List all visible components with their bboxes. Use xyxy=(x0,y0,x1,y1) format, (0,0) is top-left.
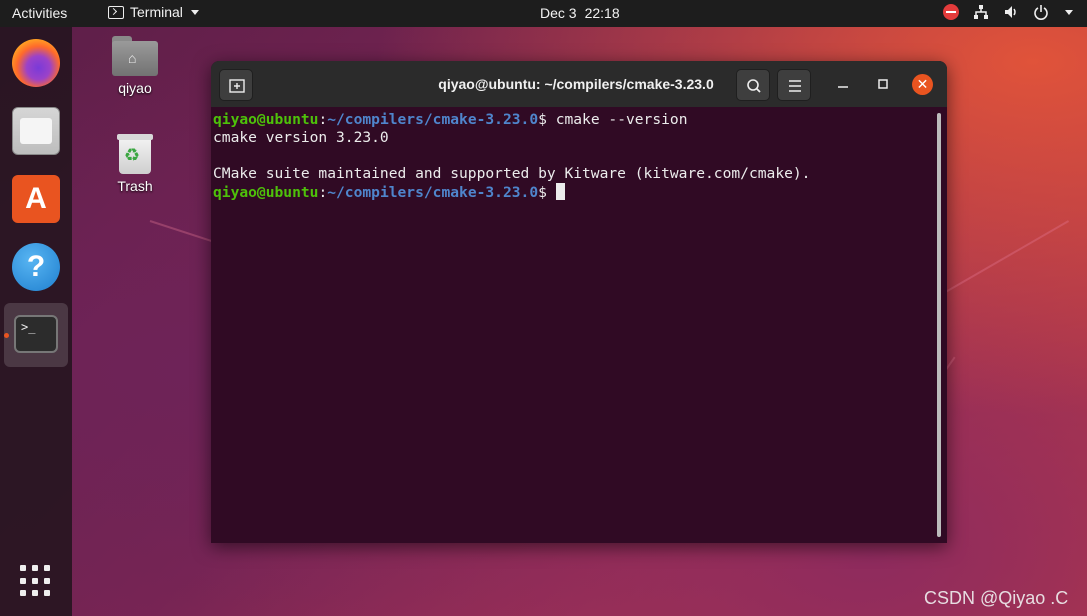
terminal-line: qiyao@ubuntu:~/compilers/cmake-3.23.0$ xyxy=(213,183,947,202)
terminal-line: cmake version 3.23.0 xyxy=(213,129,389,146)
system-tray[interactable] xyxy=(943,4,1073,20)
menu-button[interactable] xyxy=(777,69,811,101)
new-tab-button[interactable] xyxy=(219,69,253,101)
prompt-path: ~/compilers/cmake-3.23.0 xyxy=(327,184,539,201)
network-icon[interactable] xyxy=(973,4,989,20)
show-applications-icon[interactable] xyxy=(20,565,52,597)
window-title: qiyao@ubuntu: ~/compilers/cmake-3.23.0 xyxy=(438,76,714,92)
chevron-down-icon xyxy=(190,9,199,15)
home-folder-label: qiyao xyxy=(118,80,152,96)
desktop-home-folder[interactable]: ⌂ qiyao xyxy=(105,36,165,96)
software-store-icon[interactable]: A xyxy=(12,175,60,223)
help-icon[interactable]: ? xyxy=(12,243,60,291)
home-folder-icon: ⌂ xyxy=(112,36,158,76)
dock: A ? >_ xyxy=(0,27,72,616)
watermark-text: CSDN @Qiyao .C xyxy=(924,588,1069,608)
files-icon[interactable] xyxy=(12,107,60,155)
maximize-button[interactable] xyxy=(875,76,891,92)
trash-label: Trash xyxy=(117,178,153,194)
activities-button[interactable]: Activities xyxy=(12,5,67,21)
clock-date: Dec 3 xyxy=(540,5,577,21)
hamburger-icon xyxy=(789,80,801,92)
top-bar: Activities Terminal Dec 3 22:18 xyxy=(0,0,1087,27)
running-indicator xyxy=(4,333,9,338)
terminal-dock-icon[interactable]: >_ xyxy=(14,315,58,353)
prompt-user: qiyao@ubuntu xyxy=(213,111,319,128)
text-cursor xyxy=(555,183,565,200)
search-button[interactable] xyxy=(736,69,770,101)
trash-icon: ♻ xyxy=(117,134,153,174)
do-not-disturb-icon[interactable] xyxy=(943,4,959,20)
terminal-line: qiyao@ubuntu:~/compilers/cmake-3.23.0$ c… xyxy=(213,111,688,128)
terminal-icon xyxy=(108,5,124,19)
new-tab-icon xyxy=(229,79,245,93)
prompt-command: cmake --version xyxy=(555,111,688,128)
terminal-line: CMake suite maintained and supported by … xyxy=(213,165,811,182)
wallpaper-stripe xyxy=(929,220,1070,302)
clock-button[interactable]: Dec 3 22:18 xyxy=(540,5,620,21)
close-icon: ✕ xyxy=(916,76,929,92)
prompt-user: qiyao@ubuntu xyxy=(213,184,319,201)
app-menu-button[interactable]: Terminal xyxy=(108,4,199,20)
desktop-trash[interactable]: ♻ Trash xyxy=(105,134,165,194)
power-icon[interactable] xyxy=(1033,4,1049,20)
firefox-icon[interactable] xyxy=(12,39,60,87)
scrollbar[interactable] xyxy=(937,113,941,537)
minimize-button[interactable] xyxy=(835,76,851,92)
prompt-path: ~/compilers/cmake-3.23.0 xyxy=(327,111,539,128)
close-button[interactable]: ✕ xyxy=(912,74,933,95)
search-icon xyxy=(747,79,761,93)
chevron-down-icon[interactable] xyxy=(1065,9,1073,15)
terminal-output[interactable]: qiyao@ubuntu:~/compilers/cmake-3.23.0$ c… xyxy=(211,107,947,543)
volume-icon[interactable] xyxy=(1003,4,1019,20)
terminal-window[interactable]: qiyao@ubuntu: ~/compilers/cmake-3.23.0 ✕… xyxy=(211,61,947,543)
terminal-glyph: >_ xyxy=(21,320,36,334)
terminal-titlebar[interactable]: qiyao@ubuntu: ~/compilers/cmake-3.23.0 ✕ xyxy=(211,61,947,107)
clock-time: 22:18 xyxy=(584,5,620,21)
app-menu-label: Terminal xyxy=(130,4,183,20)
